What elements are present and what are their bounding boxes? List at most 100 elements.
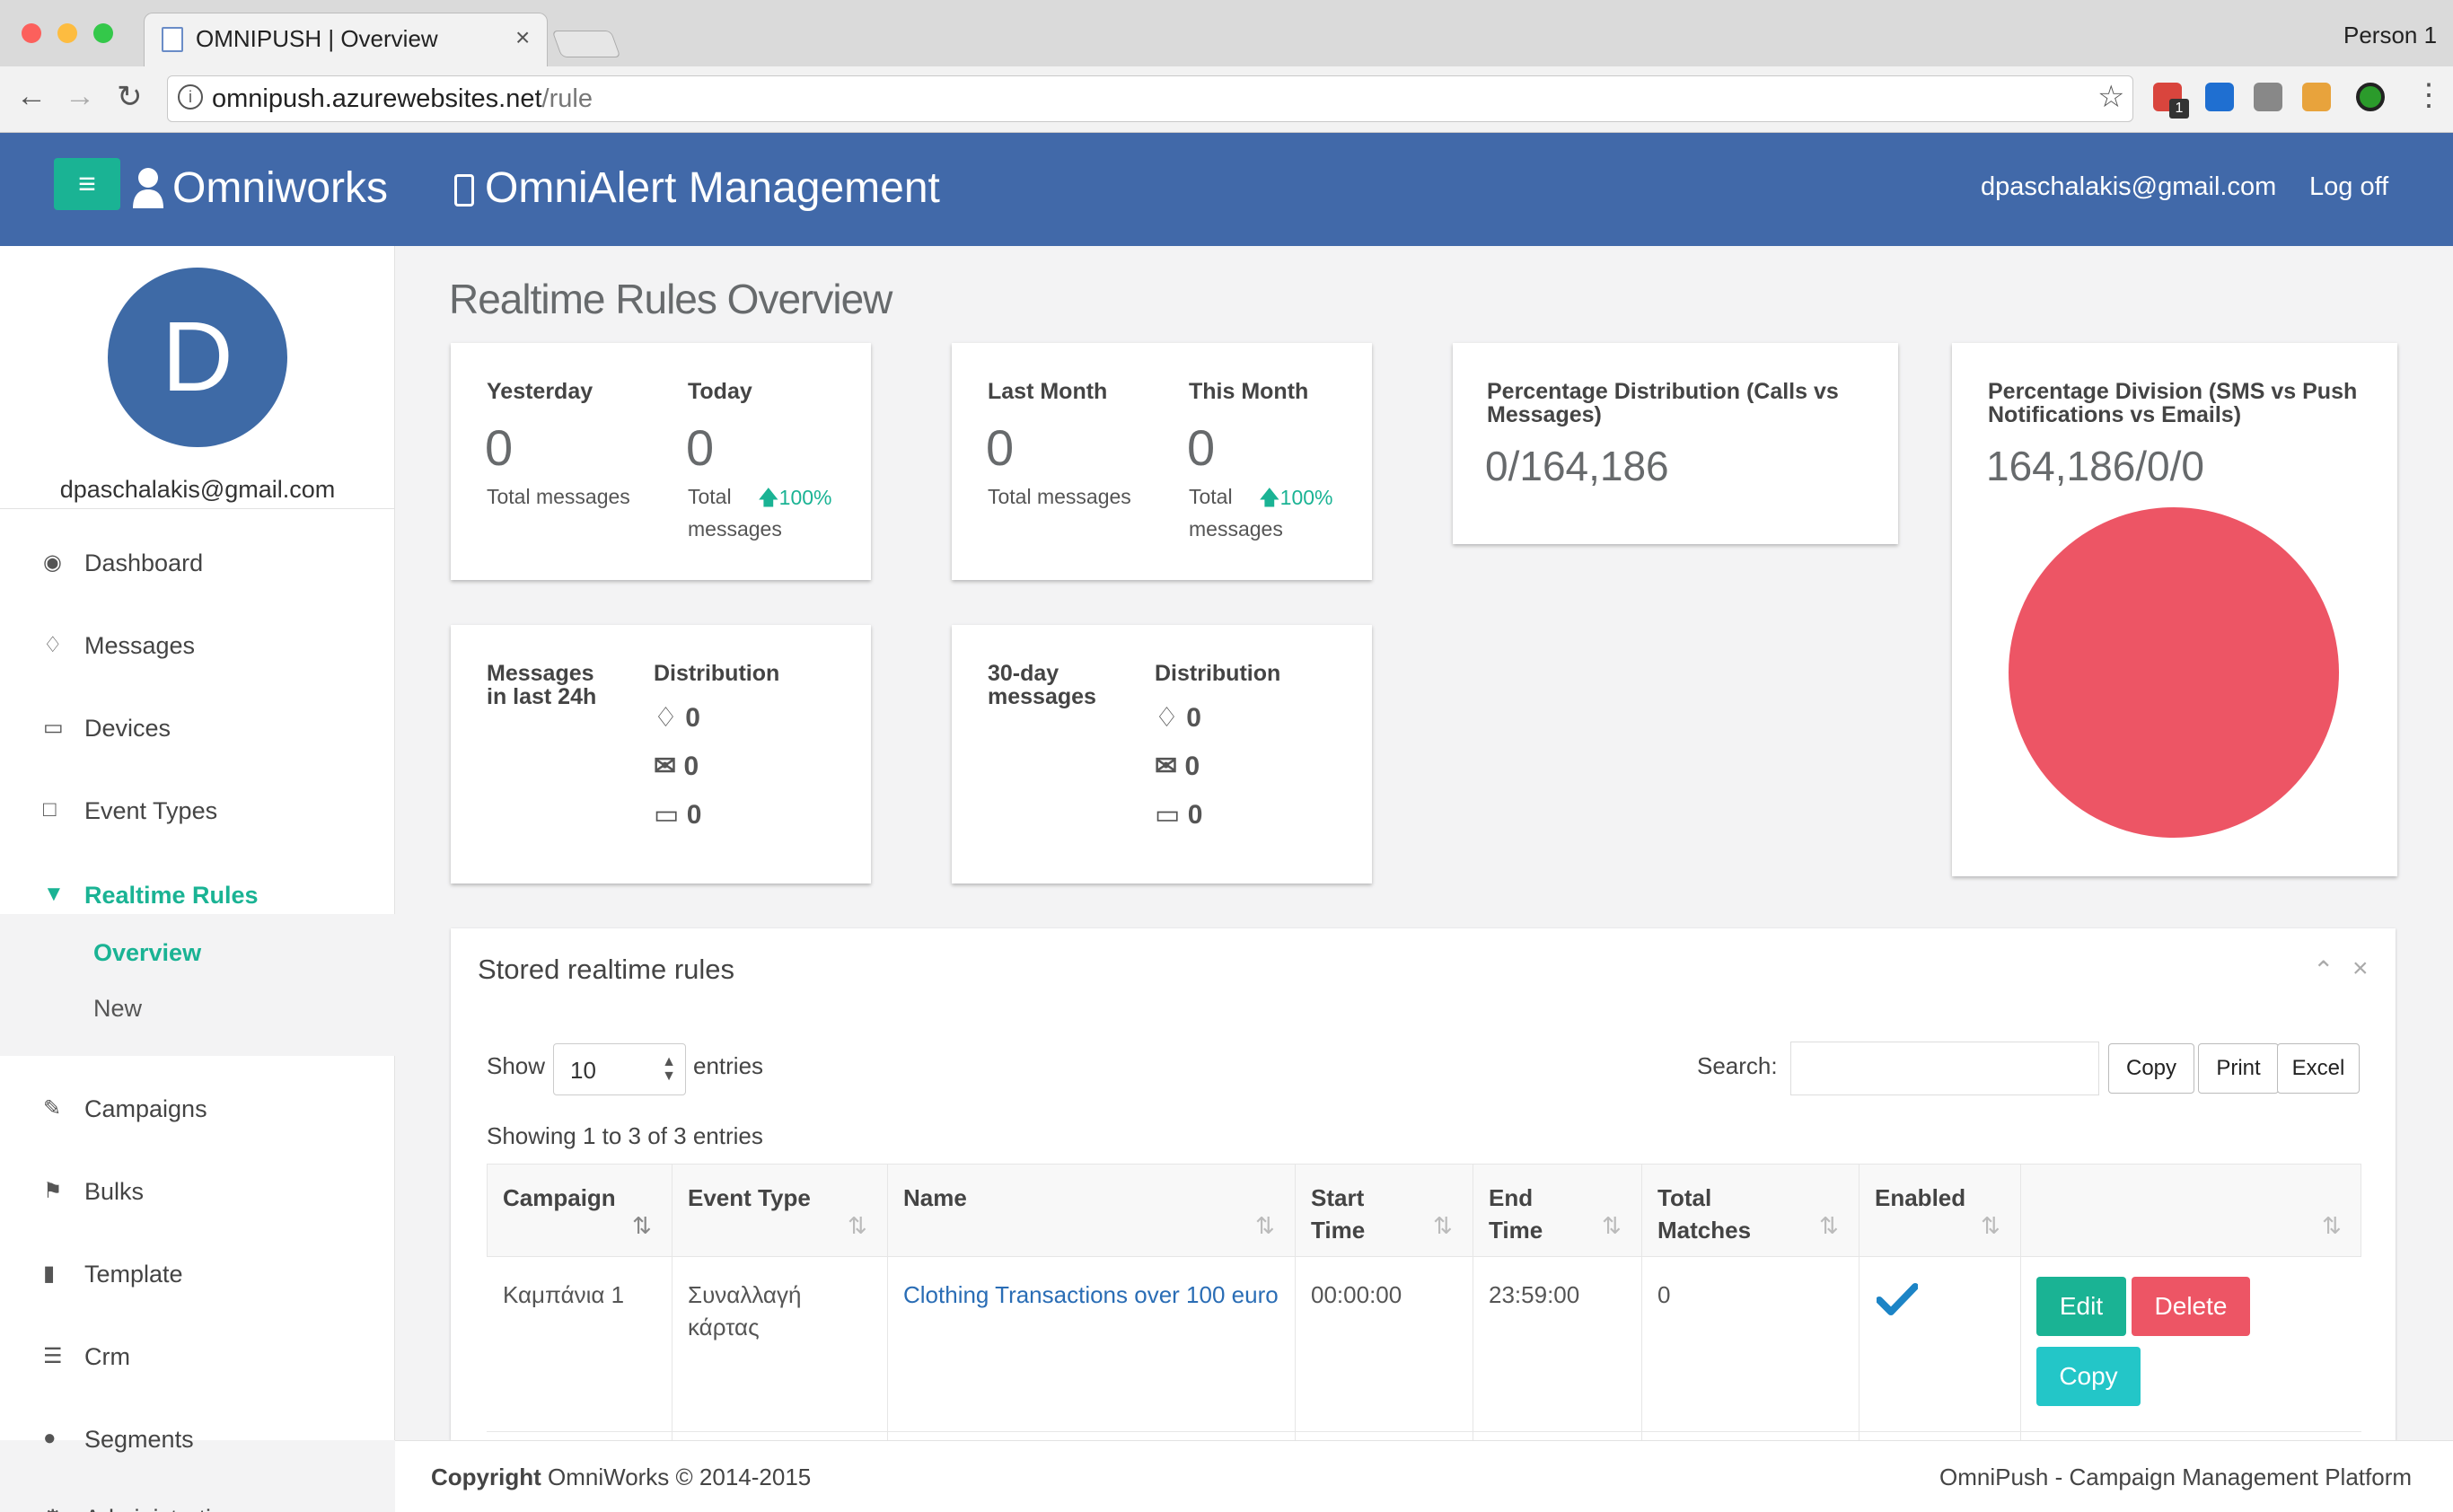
last24-device-value: 0 [686,800,702,830]
close-window-icon[interactable] [22,23,41,43]
sort-icon[interactable]: ⇅ [848,1212,867,1240]
th-start-time[interactable]: Start Time [1311,1182,1365,1246]
thismonth-sub: Total [1189,485,1233,508]
entries-label: entries [693,1052,764,1079]
lastmonth-value: 0 [986,419,1015,476]
footer-platform: OmniPush - Campaign Management Platform [1939,1464,2413,1490]
column-divider [1641,1164,1642,1440]
sidebar-item-label: Event Types [84,797,218,824]
sidebar-item-event-types[interactable]: □ Event Types [0,785,395,839]
bookmark-star-icon[interactable]: ☆ [2097,79,2124,115]
sidebar-subitem-new[interactable]: New [93,995,142,1023]
back-icon[interactable]: ← [16,79,47,114]
page-title: Realtime Rules Overview [449,276,892,322]
search-input[interactable] [1790,1042,2099,1095]
edit-button[interactable]: Edit [2036,1277,2126,1336]
collapse-icon[interactable]: ⌃ [2313,955,2334,985]
sidebar-item-segments[interactable]: ● Segments [0,1413,395,1467]
forward-icon[interactable]: → [65,79,95,114]
sidebar-submenu [0,914,395,1056]
new-tab-button[interactable] [551,31,621,57]
th-label-2: Matches [1657,1217,1752,1244]
sidebar-item-label: Messages [84,632,196,659]
sidebar-item-template[interactable]: ▮ Template [0,1248,395,1302]
event-type-line1: Συναλλαγή [688,1281,802,1308]
sidebar-subitem-overview[interactable]: Overview [93,939,201,967]
brand-name[interactable]: Omniworks [172,163,388,213]
print-button[interactable]: Print [2198,1043,2279,1094]
sidebar-item-messages[interactable]: ♢ Messages [0,620,395,673]
lastmonth-label: Last Month [988,379,1108,404]
search-label: Search: [1697,1052,1778,1079]
yesterday-sub: Total messages [487,485,630,508]
rule-name-link[interactable]: Clothing Transactions over 100 euro [903,1279,1279,1311]
sidebar-item-crm[interactable]: ☰ Crm [0,1331,395,1385]
th-label: Event Type [688,1184,811,1211]
extension-badge: 1 [2169,99,2189,119]
sms-value: 164,186/0/0 [1986,443,2205,489]
sidebar-item-realtime-rules[interactable]: ▼ Realtime Rules [0,869,395,923]
cogs-icon: ⚙ [43,1505,68,1512]
page-favicon-icon [162,27,183,52]
avatar[interactable]: D [108,268,287,447]
last24-push-value: 0 [685,703,700,733]
sidebar-item-devices[interactable]: ▭ Devices [0,702,395,756]
reload-icon[interactable]: ↻ [117,79,143,115]
maximize-window-icon[interactable] [93,23,113,43]
thismonth-sub-2: messages [1189,517,1283,541]
status-extension-icon[interactable] [2356,83,2385,111]
delete-button[interactable]: Delete [2132,1277,2250,1336]
bluetooth-extension-icon[interactable] [2205,83,2234,111]
sidebar-item-administration[interactable]: ⚙ Administration [0,1492,395,1512]
bell-icon: ♢ [43,633,63,657]
day30-email-value: 0 [1184,752,1200,781]
sort-icon[interactable]: ⇅ [1255,1212,1275,1240]
th-enabled[interactable]: Enabled [1875,1182,1965,1214]
checkmark-icon [1877,1283,1918,1315]
close-icon[interactable]: × [2352,954,2369,984]
calls-title-2: Messages) [1487,402,1602,427]
logoff-link[interactable]: Log off [2309,172,2388,202]
sidebar-item-dashboard[interactable]: ◉ Dashboard [0,537,395,591]
url-text[interactable]: omnipush.azurewebsites.net/rule [212,84,593,114]
menu-toggle-button[interactable]: ≡ [54,158,120,210]
sidebar-item-bulks[interactable]: ⚑ Bulks [0,1165,395,1219]
yesterday-value: 0 [485,419,514,476]
info-icon[interactable]: i [178,84,203,110]
excel-button[interactable]: Excel [2277,1043,2360,1094]
sort-icon[interactable]: ⇅ [1433,1212,1453,1240]
th-campaign[interactable]: Campaign [503,1182,616,1214]
page-size-select[interactable]: 10 ▲ ▼ [553,1043,686,1095]
minimize-window-icon[interactable] [57,23,77,43]
tag-extension-icon[interactable] [2302,83,2331,111]
sidebar-item-campaigns[interactable]: ✎ Campaigns [0,1083,395,1137]
profile-name[interactable]: Person 1 [2343,22,2437,49]
th-end-time[interactable]: End Time [1489,1182,1543,1246]
cell-total-matches: 0 [1657,1281,1671,1308]
copy-export-button[interactable]: Copy [2108,1043,2194,1094]
th-event-type[interactable]: Event Type [688,1182,811,1214]
last24-label: Messages [487,661,594,686]
copy-rule-button[interactable]: Copy [2036,1347,2141,1406]
menu-kebab-icon[interactable]: ⋮ [2413,77,2444,113]
today-pct-value: 100% [778,486,832,509]
shield-extension-icon[interactable] [2254,83,2282,111]
filter-icon: ▼ [43,882,65,906]
sort-icon[interactable]: ⇅ [2322,1212,2342,1240]
sort-icon[interactable]: ⇅ [1981,1212,2000,1240]
header-user-email[interactable]: dpaschalakis@gmail.com [1981,172,2276,202]
th-total-matches[interactable]: Total Matches [1657,1182,1751,1246]
copyright-text: OmniWorks © 2014-2015 [548,1464,812,1490]
th-name[interactable]: Name [903,1182,967,1214]
column-divider [887,1164,888,1440]
tab-close-icon[interactable]: × [515,23,530,52]
column-divider [2020,1164,2021,1440]
today-sub-2: messages [688,517,782,541]
sort-icon[interactable]: ⇅ [1602,1212,1622,1240]
sort-asc-icon[interactable]: ⇅ [632,1212,652,1240]
database-icon: ☰ [43,1344,63,1368]
sort-icon[interactable]: ⇅ [1819,1212,1839,1240]
users-icon: ● [43,1426,57,1450]
pie-slice-sms [2009,507,2339,838]
tab-title: OMNIPUSH | Overview [196,25,438,52]
